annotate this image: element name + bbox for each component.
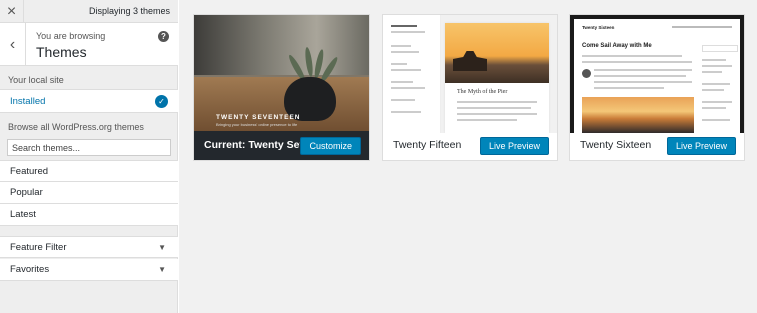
theme-card-twenty-seventeen[interactable]: TWENTY SEVENTEEN Bringing your business'… [193, 14, 370, 161]
theme-name: Twenty Fifteen [393, 139, 462, 151]
screenshot-title: The Myth of the Pier [457, 89, 508, 95]
screenshot-subtitle: Bringing your business' online presence … [216, 122, 298, 127]
live-preview-button[interactable]: Live Preview [479, 137, 549, 155]
theme-screenshot: TWENTY SEVENTEEN Bringing your business'… [194, 15, 369, 133]
browsing-panel: ‹ You are browsing Themes ? [0, 23, 178, 66]
screenshot-site-title: Twenty Sixteen [582, 25, 615, 30]
close-icon[interactable]: × [0, 0, 24, 23]
installed-label: Installed [10, 96, 46, 107]
customizer-sidebar: × Displaying 3 themes ‹ You are browsing… [0, 0, 178, 313]
local-site-label: Your local site [8, 75, 64, 85]
live-preview-button[interactable]: Live Preview [666, 137, 736, 155]
favorites-label: Favorites [10, 264, 50, 275]
browsing-label: You are browsing [36, 31, 106, 41]
theme-name: Twenty Sixteen [580, 139, 652, 151]
customize-button[interactable]: Customize [300, 137, 361, 155]
checkmark-icon: ✓ [155, 95, 168, 108]
themes-count: Displaying 3 themes [88, 6, 170, 16]
screenshot-title: Come Sail Away with Me [582, 43, 652, 49]
back-icon[interactable]: ‹ [0, 23, 26, 66]
nav-popular[interactable]: Popular [0, 182, 178, 204]
theme-card-twenty-sixteen[interactable]: Twenty Sixteen Come Sail Away with Me Tw… [569, 14, 745, 161]
theme-screenshot: Twenty Sixteen Come Sail Away with Me [570, 15, 744, 133]
browse-label: Browse all WordPress.org themes [8, 122, 144, 132]
nav-latest[interactable]: Latest [0, 204, 178, 226]
themes-grid: TWENTY SEVENTEEN Bringing your business'… [179, 0, 757, 313]
caret-down-icon: ▼ [158, 243, 166, 252]
theme-name: Current: Twenty Seventeen [204, 139, 316, 151]
search-themes-input[interactable] [7, 139, 171, 156]
installed-filter[interactable]: Installed ✓ [0, 89, 178, 113]
favorites-toggle[interactable]: Favorites ▼ [0, 259, 178, 281]
feature-filter-toggle[interactable]: Feature Filter ▼ [0, 236, 178, 258]
nav-featured[interactable]: Featured [0, 160, 178, 182]
screenshot-title: TWENTY SEVENTEEN [216, 114, 301, 121]
caret-down-icon: ▼ [158, 265, 166, 274]
sidebar-header: × Displaying 3 themes [0, 0, 178, 23]
theme-screenshot: The Myth of the Pier [383, 15, 557, 133]
panel-title: Themes [36, 44, 87, 60]
theme-card-twenty-fifteen[interactable]: The Myth of the Pier Twenty Fifteen Live… [382, 14, 558, 161]
help-icon[interactable]: ? [158, 31, 169, 42]
theme-name-bar: Current: Twenty Seventeen Customize [194, 131, 369, 160]
theme-name-bar: Twenty Sixteen Live Preview [570, 131, 744, 160]
feature-filter-label: Feature Filter [10, 242, 67, 253]
theme-name-bar: Twenty Fifteen Live Preview [383, 131, 557, 160]
